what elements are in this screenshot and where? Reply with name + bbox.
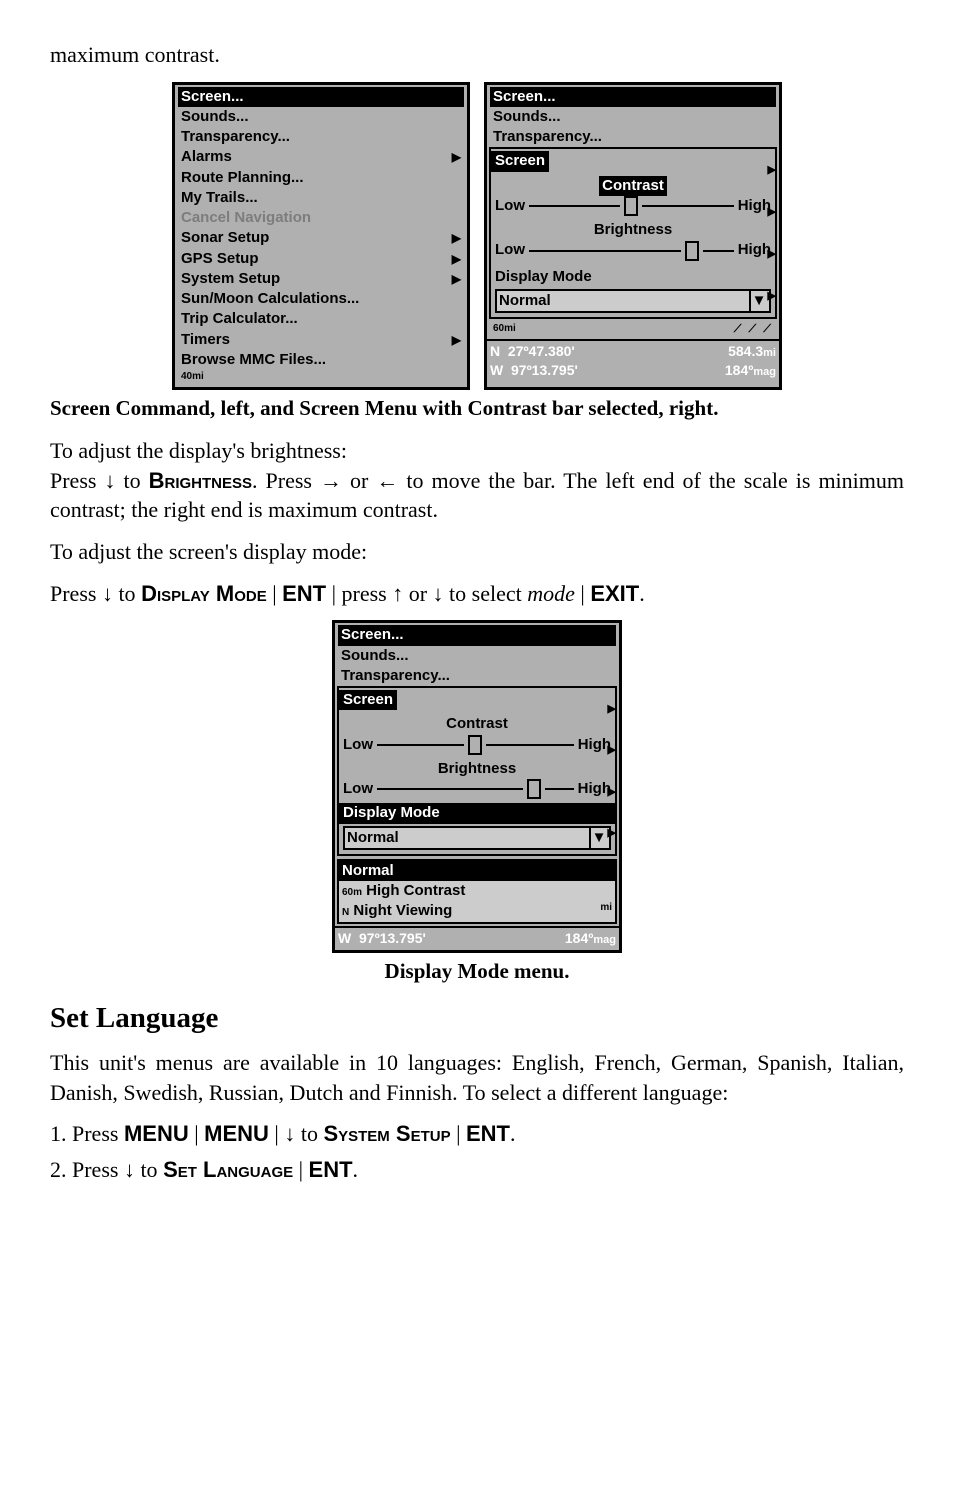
menu-item[interactable]: Transparency...: [338, 666, 616, 686]
status-bar: W 97º13.795' 184ºmag: [335, 926, 619, 949]
dropdown-value: Normal: [499, 291, 551, 311]
menu-item: Cancel Navigation: [178, 208, 464, 228]
menu-item[interactable]: Sonar Setup▶: [178, 228, 464, 248]
figure-row-2: Screen... Sounds... Transparency... Scre…: [50, 620, 904, 952]
dropdown-value: Normal: [347, 828, 399, 848]
paragraph: To adjust the display's brightness: Pres…: [50, 436, 904, 525]
menu-item[interactable]: GPS Setup▶: [178, 249, 464, 269]
menu-item[interactable]: Trip Calculator...: [178, 309, 464, 329]
paragraph: To adjust the screen's display mode:: [50, 537, 904, 567]
scale-label: 60mi: [493, 322, 516, 337]
screen-panel: Screen ▶▶▶▶ Contrast Low High Brightness…: [489, 147, 777, 319]
menu-item[interactable]: Sounds...: [178, 107, 464, 127]
submenu-arrow-icon: ▶: [452, 251, 461, 267]
step-1: 1. Press MENU | MENU | ↓ to System Setup…: [50, 1119, 904, 1149]
device-screen-panel-center: Screen... Sounds... Transparency... Scre…: [332, 620, 622, 952]
submenu-arrow-icon: ▶: [452, 332, 461, 348]
slider-low: Low: [343, 779, 373, 799]
display-mode-label: Display Mode: [339, 803, 615, 823]
display-mode-dropdown[interactable]: Normal ▼: [495, 289, 771, 313]
contrast-slider[interactable]: Contrast Low High: [343, 714, 611, 755]
menu-item[interactable]: Alarms▶: [178, 147, 464, 167]
slider-low: Low: [495, 196, 525, 216]
dropdown-arrow-icon[interactable]: ▼: [589, 828, 607, 848]
dropdown-option[interactable]: Normal: [339, 861, 615, 881]
menu-item[interactable]: Sounds...: [338, 646, 616, 666]
slider-thumb[interactable]: [527, 779, 541, 799]
submenu-arrow-icon: ▶: [452, 149, 461, 165]
slider-high: High: [738, 240, 771, 260]
submenu-arrow-icon: ▶: [452, 230, 461, 246]
menu-item[interactable]: Screen...: [490, 87, 776, 107]
brightness-slider[interactable]: Brightness Low High: [343, 759, 611, 800]
figure-caption-1: Screen Command, left, and Screen Menu wi…: [50, 394, 904, 422]
panel-title: Screen: [339, 690, 397, 710]
panel-title: Screen: [491, 151, 549, 171]
menu-item[interactable]: Browse MMC Files...: [178, 350, 464, 370]
display-mode-label: Display Mode: [495, 267, 771, 287]
brightness-label: Brightness: [495, 220, 771, 240]
dropdown-option[interactable]: N Night Viewing mi: [339, 901, 615, 921]
status-bar: N 27º47.380' 584.3mi W 97º13.795' 184ºma…: [487, 339, 779, 381]
slider-high: High: [738, 196, 771, 216]
step-2: 2. Press ↓ to Set Language | ENT.: [50, 1155, 904, 1185]
figure-caption-2: Display Mode menu.: [50, 957, 904, 985]
contrast-label: Contrast: [599, 176, 667, 196]
intro-text: maximum contrast.: [50, 40, 904, 70]
menu-item[interactable]: Timers▶: [178, 330, 464, 350]
screen-panel: Screen ▶▶▶▶ Contrast Low High Brightness…: [337, 686, 617, 856]
slider-low: Low: [495, 240, 525, 260]
compass-icon: ⟋ ⟋ ⟋: [734, 322, 773, 337]
slider-low: Low: [343, 735, 373, 755]
contrast-label: Contrast: [343, 714, 611, 734]
menu-item[interactable]: Transparency...: [490, 127, 776, 147]
paragraph: This unit's menus are available in 10 la…: [50, 1048, 904, 1107]
dropdown-arrow-icon[interactable]: ▼: [749, 291, 767, 311]
slider-high: High: [578, 735, 611, 755]
display-mode-options: Normal60m High ContrastN Night Viewing m…: [337, 859, 617, 924]
menu-item[interactable]: My Trails...: [178, 188, 464, 208]
menu-item[interactable]: Screen...: [338, 625, 616, 645]
heading-set-language: Set Language: [50, 999, 904, 1038]
contrast-slider[interactable]: Contrast Low High: [495, 176, 771, 217]
brightness-label: Brightness: [343, 759, 611, 779]
display-mode-dropdown[interactable]: Normal ▼: [343, 826, 611, 850]
device-screen-menu: Screen...Sounds...Transparency...Alarms▶…: [172, 82, 470, 390]
menu-item[interactable]: Route Planning...: [178, 168, 464, 188]
menu-item[interactable]: Screen...: [178, 87, 464, 107]
slider-thumb[interactable]: [468, 735, 482, 755]
menu-item[interactable]: Sounds...: [490, 107, 776, 127]
dropdown-option[interactable]: 60m High Contrast: [339, 881, 615, 901]
brightness-slider[interactable]: Brightness Low High: [495, 220, 771, 261]
menu-item[interactable]: Transparency...: [178, 127, 464, 147]
submenu-arrow-icon: ▶: [452, 271, 461, 287]
slider-thumb[interactable]: [685, 241, 699, 261]
scale-label: 40mi: [181, 370, 204, 384]
slider-high: High: [578, 779, 611, 799]
menu-item[interactable]: Sun/Moon Calculations...: [178, 289, 464, 309]
menu-item[interactable]: System Setup▶: [178, 269, 464, 289]
paragraph: Press ↓ to Display Mode | ENT | press ↑ …: [50, 579, 904, 609]
slider-thumb[interactable]: [624, 196, 638, 216]
figure-row-1: Screen...Sounds...Transparency...Alarms▶…: [50, 82, 904, 390]
device-screen-panel-right: Screen... Sounds... Transparency... Scre…: [484, 82, 782, 390]
